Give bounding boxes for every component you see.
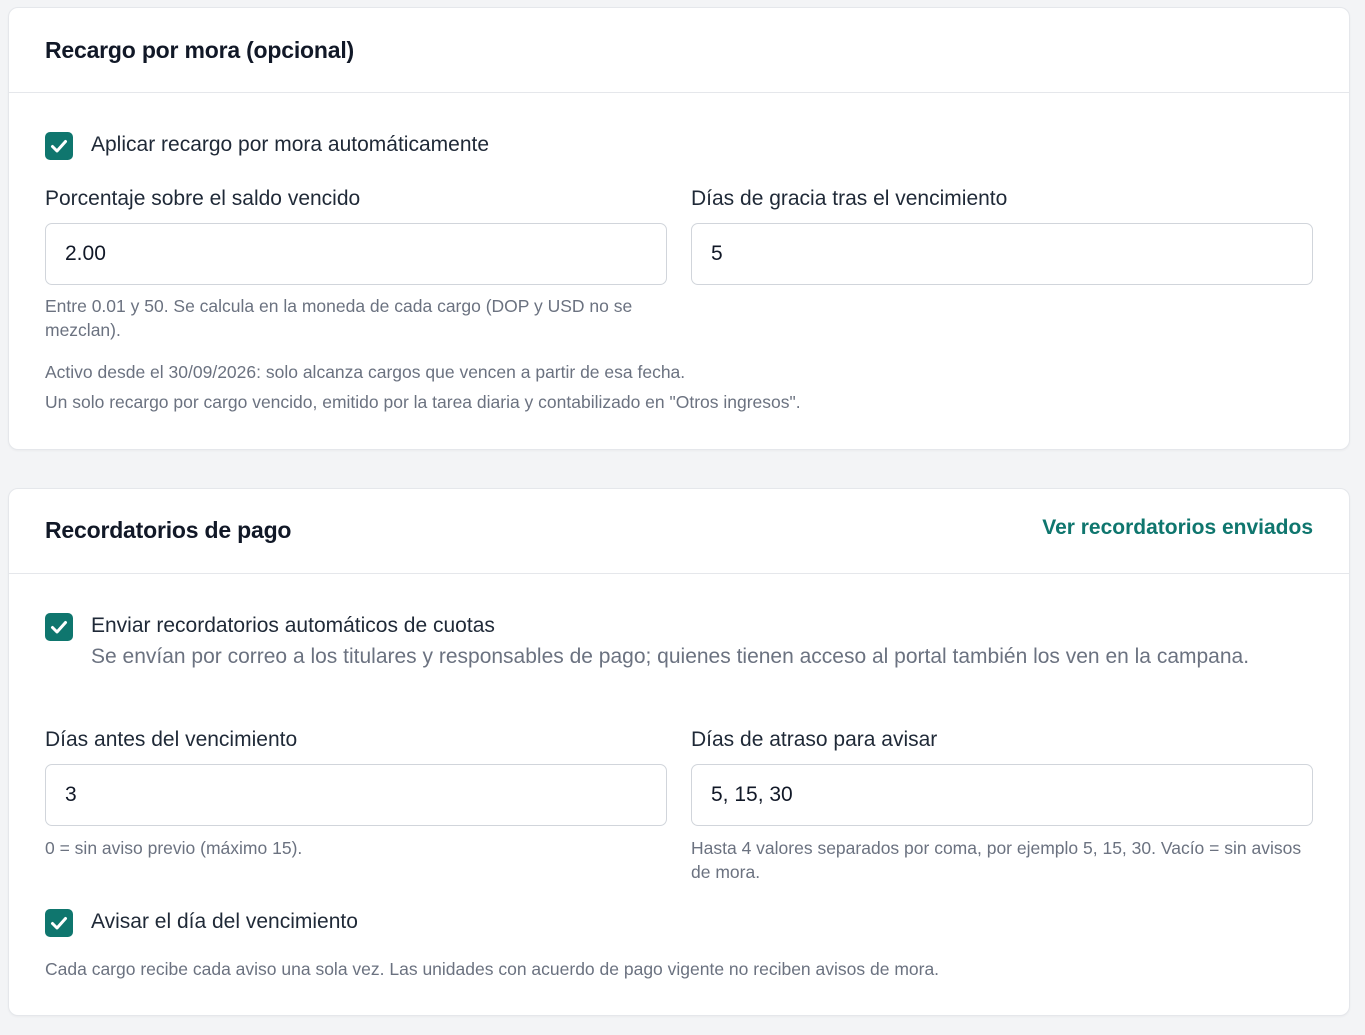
auto-reminders-label[interactable]: Enviar recordatorios automáticos de cuot… bbox=[91, 614, 495, 638]
percentage-hint: Entre 0.01 y 50. Se calcula en la moneda… bbox=[45, 296, 633, 340]
apply-late-fee-label[interactable]: Aplicar recargo por mora automáticamente bbox=[91, 133, 489, 157]
late-fee-title: Recargo por mora (opcional) bbox=[45, 37, 354, 63]
days-before-label: Días antes del vencimiento bbox=[45, 728, 298, 751]
late-fee-card: Recargo por mora (opcional) Aplicar reca… bbox=[8, 7, 1350, 450]
grace-days-label: Días de gracia tras el vencimiento bbox=[691, 187, 1008, 210]
days-overdue-input[interactable] bbox=[691, 764, 1313, 826]
reminders-card: Recordatorios de pago Ver recordatorios … bbox=[8, 488, 1350, 1016]
late-fee-single-note: Un solo recargo por cargo vencido, emiti… bbox=[45, 392, 801, 412]
check-icon bbox=[51, 917, 67, 930]
due-day-label[interactable]: Avisar el día del vencimiento bbox=[91, 910, 358, 934]
late-fee-header: Recargo por mora (opcional) bbox=[9, 8, 1349, 93]
percentage-input[interactable] bbox=[45, 223, 667, 285]
apply-late-fee-checkbox[interactable] bbox=[45, 132, 73, 160]
days-before-input[interactable] bbox=[45, 764, 667, 826]
check-icon bbox=[51, 621, 67, 634]
grace-days-input[interactable] bbox=[691, 223, 1313, 285]
auto-reminders-description: Se envían por correo a los titulares y r… bbox=[91, 645, 1250, 668]
percentage-label: Porcentaje sobre el saldo vencido bbox=[45, 187, 361, 210]
reminders-title: Recordatorios de pago bbox=[45, 517, 292, 543]
view-sent-reminders-link[interactable]: Ver recordatorios enviados bbox=[1042, 516, 1313, 540]
days-overdue-label: Días de atraso para avisar bbox=[691, 728, 938, 751]
late-fee-active-note: Activo desde el 30/09/2026: solo alcanza… bbox=[45, 362, 686, 382]
days-overdue-hint: Hasta 4 valores separados por coma, por … bbox=[691, 838, 1302, 882]
reminders-footer-note: Cada cargo recibe cada aviso una sola ve… bbox=[45, 959, 940, 979]
auto-reminders-checkbox[interactable] bbox=[45, 613, 73, 641]
reminders-header: Recordatorios de pago Ver recordatorios … bbox=[9, 489, 1349, 574]
check-icon bbox=[51, 140, 67, 153]
days-before-hint: 0 = sin aviso previo (máximo 15). bbox=[45, 838, 303, 858]
due-day-checkbox[interactable] bbox=[45, 909, 73, 937]
